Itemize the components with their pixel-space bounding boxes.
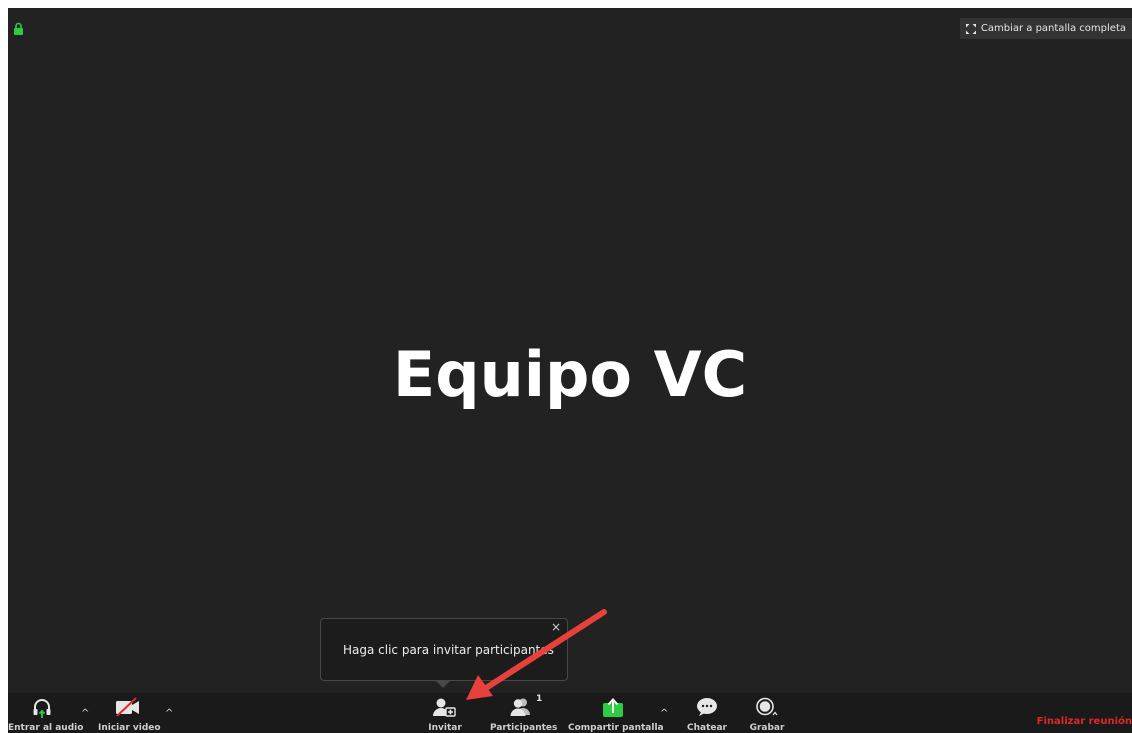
invite-button[interactable]: Invitar [425,693,465,733]
join-audio-button[interactable]: Entrar al audio [8,693,84,733]
invite-label: Invitar [428,723,462,733]
tooltip-pointer [436,681,450,688]
share-options-caret[interactable]: ^ [660,708,668,719]
tooltip-text: Haga clic para invitar participantes [343,643,554,657]
invite-tooltip: Haga clic para invitar participantes × [320,618,568,688]
share-screen-button[interactable]: Compartir pantalla [568,693,664,733]
expand-icon [965,23,976,34]
headphones-icon [31,697,53,722]
add-user-icon [433,697,457,720]
audio-options-caret[interactable]: ^ [81,708,89,719]
end-meeting-button[interactable]: Finalizar reunión [1037,716,1132,727]
chat-label: Chatear [686,723,727,733]
meeting-window: Cambiar a pantalla completa Equipo VC Ha… [8,8,1132,733]
participants-button[interactable]: 1 Participantes [490,693,558,733]
lock-icon[interactable] [13,20,24,35]
start-video-label: Iniciar video [98,723,161,733]
participants-count: 1 [536,694,543,704]
start-video-button[interactable]: Iniciar video [98,693,161,733]
video-options-caret[interactable]: ^ [165,708,173,719]
record-button[interactable]: Grabar [747,693,787,733]
fullscreen-label: Cambiar a pantalla completa [980,23,1126,34]
record-label: Grabar [749,723,785,733]
share-screen-label: Compartir pantalla [568,723,664,733]
share-screen-icon [602,697,624,720]
fullscreen-button[interactable]: Cambiar a pantalla completa [959,18,1132,39]
close-icon[interactable]: × [551,620,561,634]
meeting-name: Equipo VC [392,338,748,411]
chat-icon [696,697,718,720]
record-icon [755,697,779,720]
join-audio-label: Entrar al audio [8,723,84,733]
chat-button[interactable]: Chatear [686,693,728,733]
meeting-toolbar: Entrar al audio ^ Iniciar video ^ Invita… [8,693,1132,733]
video-off-icon [114,697,142,720]
participants-label: Participantes [490,723,558,733]
participants-icon [509,697,533,720]
